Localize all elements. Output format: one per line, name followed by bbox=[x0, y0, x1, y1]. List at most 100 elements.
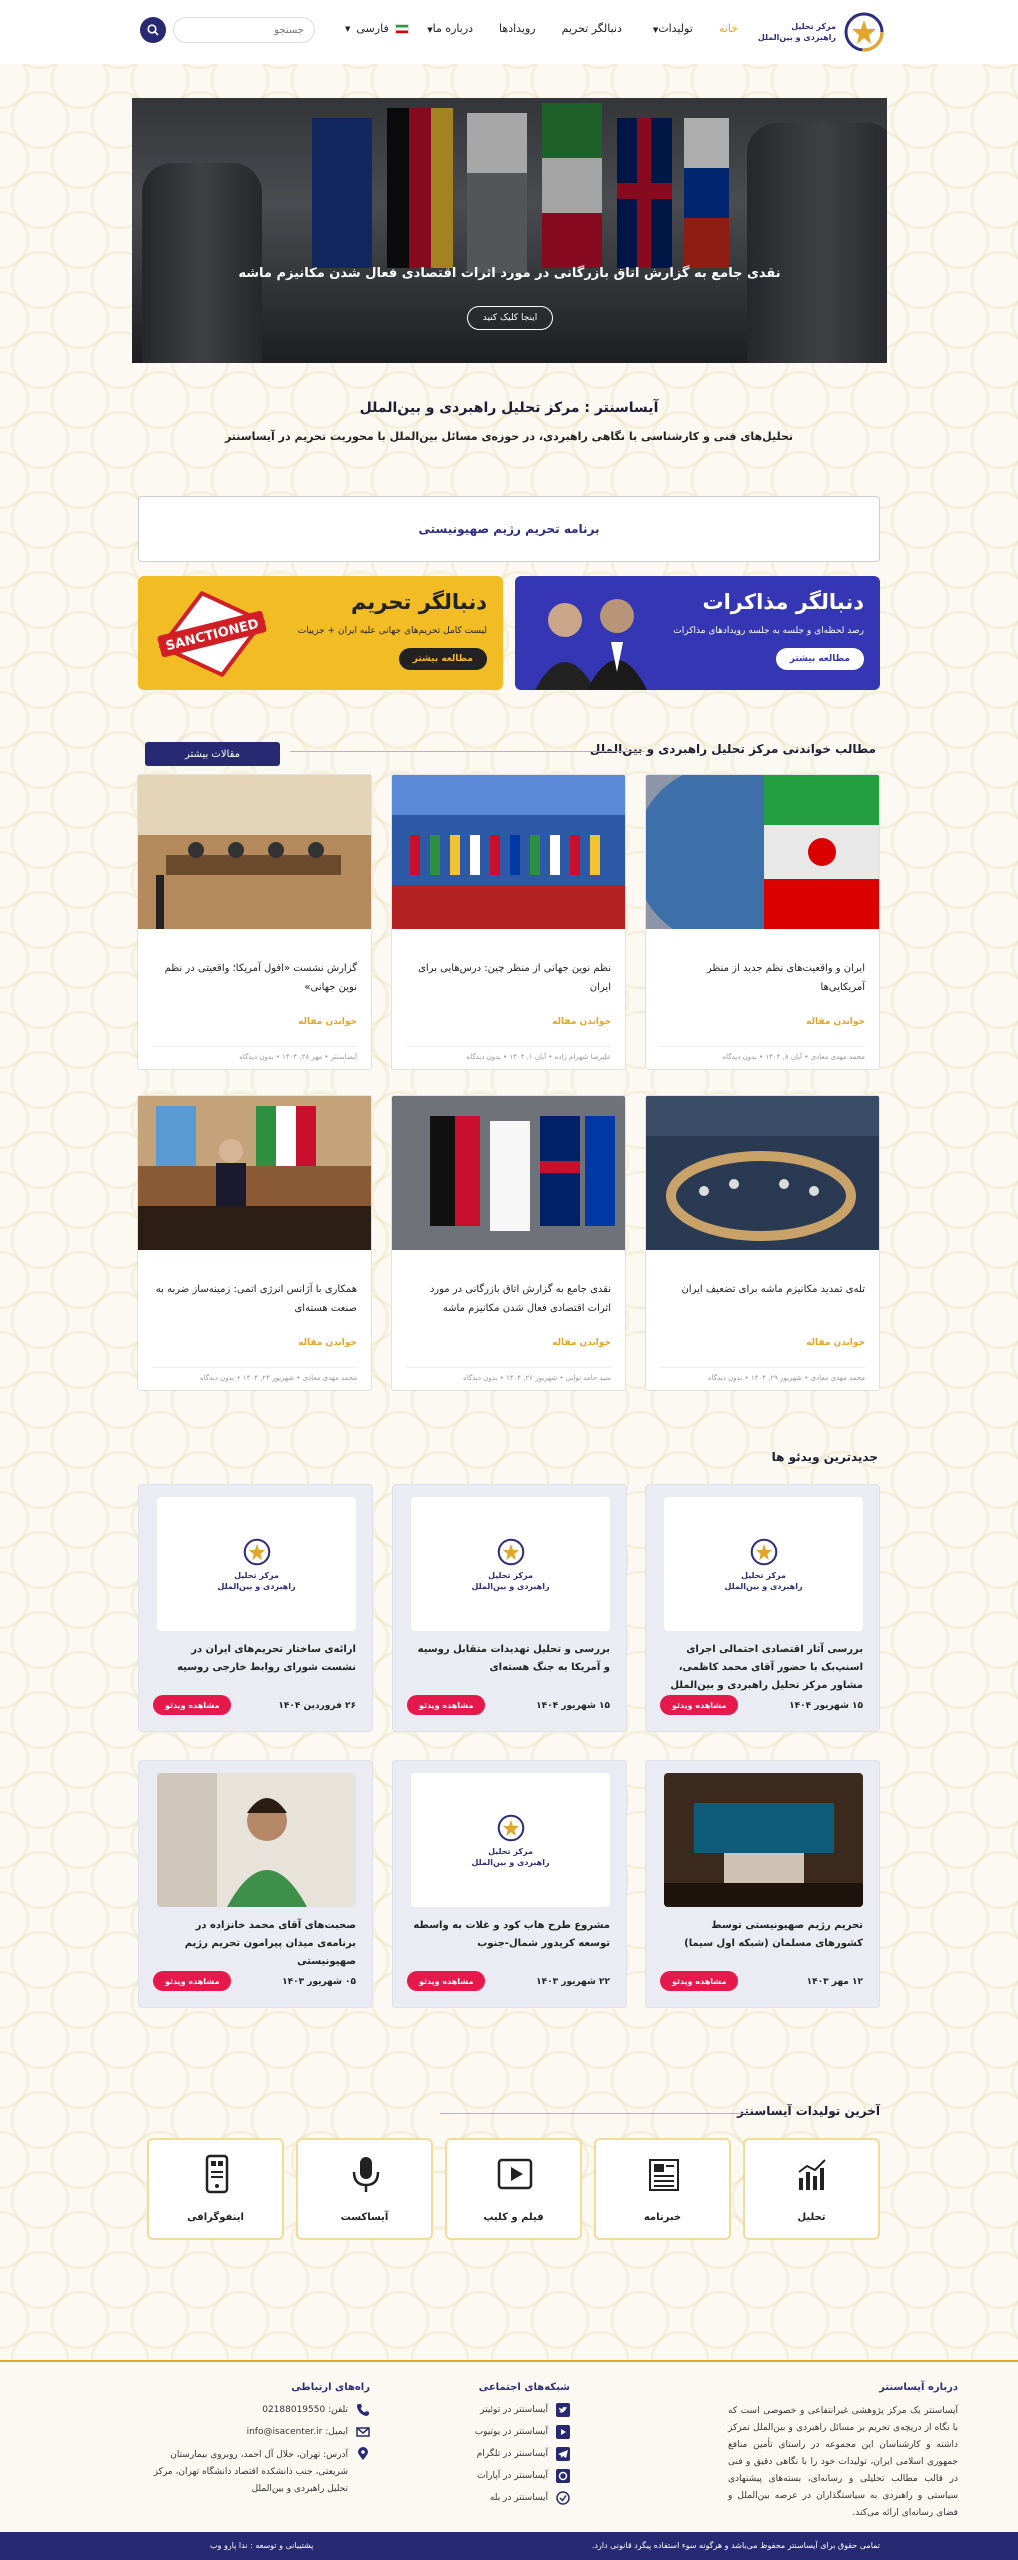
center-logo: مرکز تحلیل راهبردی و بین‌الملل bbox=[724, 1537, 803, 1592]
article-title[interactable]: نظم نوین جهانی از منظر چین: درس‌هایی برا… bbox=[406, 959, 611, 997]
sanction-program-link[interactable]: برنامه تحریم رژیم صهیونیستی bbox=[138, 496, 880, 562]
article-meta: محمد مهدی معادی • شهریور ۲۹, ۱۴۰۴ • بدون… bbox=[660, 1367, 865, 1382]
nav-item-products[interactable]: تولیدات▼ bbox=[648, 22, 693, 35]
article-card[interactable]: تله‌ی تمدید مکانیزم ماشه برای تضعیف ایرا… bbox=[645, 1095, 880, 1391]
article-image bbox=[392, 775, 625, 929]
main-nav: خانه تولیدات▼ دنبالگر تحریم رویدادها درب… bbox=[422, 22, 738, 35]
social-link-telegram[interactable]: آیساسنتر در تلگرام bbox=[400, 2447, 570, 2461]
section-divider bbox=[440, 2113, 750, 2114]
video-title[interactable]: صحبت‌های آقای محمد خانزاده در برنامه‌ی م… bbox=[155, 1917, 356, 1971]
video-title[interactable]: بررسی و تحلیل تهدیدات متقابل روسیه و آمر… bbox=[409, 1641, 610, 1677]
youtube-icon bbox=[556, 2425, 570, 2439]
article-card[interactable]: ایران و واقعیت‌های نظم جدید از منظر آمری… bbox=[645, 774, 880, 1070]
product-video[interactable]: فیلم و کلیپ bbox=[445, 2138, 582, 2240]
video-card[interactable]: مرکز تحلیل راهبردی و بین‌الملل مشروع طرح … bbox=[392, 1760, 627, 2008]
nav-item-about[interactable]: درباره ما▼ bbox=[422, 22, 473, 35]
read-article-link[interactable]: خواندن مقاله bbox=[806, 1338, 865, 1348]
copyright-text: تمامی حقوق برای آیساسنتر محفوظ می‌باشد و… bbox=[591, 2541, 880, 2550]
article-meta: علیرضا شهرام زاده • آبان ۱, ۱۴۰۴ • بدون … bbox=[406, 1046, 611, 1061]
read-article-link[interactable]: خواندن مقاله bbox=[298, 1017, 357, 1027]
search-input[interactable] bbox=[173, 17, 315, 43]
product-analysis[interactable]: تحلیل bbox=[743, 2138, 880, 2240]
negotiations-read-more-button[interactable]: مطالعه بیشتر bbox=[775, 648, 864, 670]
article-card[interactable]: نظم نوین جهانی از منظر چین: درس‌هایی برا… bbox=[391, 774, 626, 1070]
article-meta: محمد مهدی معادی • شهریور ۲۴, ۱۴۰۴ • بدون… bbox=[152, 1367, 357, 1382]
video-thumbnail: مرکز تحلیل راهبردی و بین‌الملل bbox=[411, 1497, 610, 1631]
nav-item-events[interactable]: رویدادها bbox=[499, 22, 536, 35]
video-title[interactable]: مشروع طرح هاب کود و غلات به واسطه توسعه … bbox=[409, 1917, 610, 1953]
copyright-bar: تمامی حقوق برای آیساسنتر محفوظ می‌باشد و… bbox=[0, 2532, 1018, 2560]
watch-video-button[interactable]: مشاهده ویدئو bbox=[660, 1695, 739, 1715]
article-card[interactable]: نقدی جامع به گزارش اتاق بازرگانی در مورد… bbox=[391, 1095, 626, 1391]
watch-video-button[interactable]: مشاهده ویدئو bbox=[407, 1695, 486, 1715]
read-article-link[interactable]: خواندن مقاله bbox=[806, 1017, 865, 1027]
video-thumbnail: مرکز تحلیل راهبردی و بین‌الملل bbox=[411, 1773, 610, 1907]
watch-video-button[interactable]: مشاهده ویدئو bbox=[153, 1971, 232, 1991]
contact-email[interactable]: ایمیل: info@isacenter.ir bbox=[150, 2425, 370, 2439]
contact-phone[interactable]: تلفن: 02188019550 bbox=[150, 2403, 370, 2417]
video-card[interactable]: تحریم رژیم صهیونیستی توسط کشورهای مسلمان… bbox=[645, 1760, 880, 2008]
social-link-youtube[interactable]: آیساسنتر در یوتیوب bbox=[400, 2425, 570, 2439]
search-button[interactable] bbox=[140, 17, 166, 43]
negotiations-tracker-banner[interactable]: دنبالگر مذاکرات رصد لحظه‌ای و جلسه به جل… bbox=[515, 576, 880, 690]
watch-video-button[interactable]: مشاهده ویدئو bbox=[660, 1971, 739, 1991]
video-card[interactable]: مرکز تحلیل راهبردی و بین‌الملل بررسی آثار… bbox=[645, 1484, 880, 1732]
video-card[interactable]: مرکز تحلیل راهبردی و بین‌الملل بررسی و تح… bbox=[392, 1484, 627, 1732]
article-card[interactable]: گزارش نشست «افول آمریکا؛ واقعیتی در نظم … bbox=[137, 774, 372, 1070]
video-thumbnail: مرکز تحلیل راهبردی و بین‌الملل bbox=[664, 1497, 863, 1631]
negotiations-title: دنبالگر مذاکرات bbox=[702, 590, 865, 614]
read-article-link[interactable]: خواندن مقاله bbox=[298, 1338, 357, 1348]
video-title[interactable]: ارائه‌ی ساختار تحریم‌های ایران در نشست ش… bbox=[155, 1641, 356, 1677]
video-thumbnail bbox=[157, 1773, 356, 1907]
telegram-icon bbox=[556, 2447, 570, 2461]
site-logo[interactable]: مرکز تحلیل راهبردی و بین‌الملل bbox=[756, 8, 886, 56]
center-logo: مرکز تحلیل راهبردی و بین‌الملل bbox=[217, 1537, 296, 1592]
watch-video-button[interactable]: مشاهده ویدئو bbox=[407, 1971, 486, 1991]
video-card[interactable]: مرکز تحلیل راهبردی و بین‌الملل ارائه‌ی سا… bbox=[138, 1484, 373, 1732]
article-title[interactable]: همکاری با آژانس انرژی اتمی: زمینه‌ساز ضر… bbox=[152, 1280, 357, 1318]
site-footer: درباره آیساسنتر آیساسنتر یک مرکز پژوهشی … bbox=[0, 2360, 1018, 2532]
video-thumbnail: مرکز تحلیل راهبردی و بین‌الملل bbox=[157, 1497, 356, 1631]
social-link-twitter[interactable]: آیساسنتر در توئیتر bbox=[400, 2403, 570, 2417]
article-card[interactable]: همکاری با آژانس انرژی اتمی: زمینه‌ساز ضر… bbox=[137, 1095, 372, 1391]
product-label: اینفوگرافی bbox=[187, 2212, 244, 2223]
article-image bbox=[646, 775, 879, 929]
footer-contact: راه‌های ارتباطی تلفن: 02188019550 ایمیل:… bbox=[150, 2382, 370, 2506]
intro-subtitle: تحلیل‌های فنی و کارشناسی با نگاهی راهبرد… bbox=[224, 430, 794, 443]
twitter-icon bbox=[556, 2403, 570, 2417]
intro-title: آیساسنتر : مرکز تحلیل راهبردی و بین‌المل… bbox=[359, 400, 659, 416]
logo-mark-icon bbox=[844, 12, 884, 52]
nav-item-home[interactable]: خانه bbox=[719, 22, 738, 35]
social-link-bale[interactable]: آیساسنتر در بله bbox=[400, 2491, 570, 2505]
article-title[interactable]: گزارش نشست «افول آمریکا؛ واقعیتی در نظم … bbox=[152, 959, 357, 997]
language-selector[interactable]: فارسی ▼ bbox=[340, 22, 409, 35]
article-title[interactable]: تله‌ی تمدید مکانیزم ماشه برای تضعیف ایرا… bbox=[660, 1280, 865, 1299]
chevron-down-icon: ▼ bbox=[345, 24, 351, 33]
developer-link[interactable]: ندا پارو وب bbox=[210, 2541, 248, 2550]
sanctions-tracker-banner[interactable]: دنبالگر تحریم لیست کامل تحریم‌های جهانی … bbox=[138, 576, 503, 690]
logo-mark-icon bbox=[497, 1538, 524, 1565]
video-title[interactable]: بررسی آثار اقتصادی احتمالی اجرای اسنپ‌بک… bbox=[662, 1641, 863, 1695]
read-article-link[interactable]: خواندن مقاله bbox=[552, 1338, 611, 1348]
product-newsletter[interactable]: خبرنامه bbox=[594, 2138, 731, 2240]
article-meta: آیساسنتر • مهر ۲۸, ۱۴۰۴ • بدون دیدگاه bbox=[152, 1046, 357, 1061]
logo-mark-icon bbox=[243, 1538, 270, 1565]
hero-slider[interactable]: نقدی جامع به گزارش اتاق بازرگانی در مورد… bbox=[132, 98, 887, 363]
video-title[interactable]: تحریم رژیم صهیونیستی توسط کشورهای مسلمان… bbox=[662, 1917, 863, 1953]
center-logo: مرکز تحلیل راهبردی و بین‌الملل bbox=[471, 1537, 550, 1592]
site-header: مرکز تحلیل راهبردی و بین‌الملل خانه تولی… bbox=[0, 0, 1018, 64]
video-card[interactable]: صحبت‌های آقای محمد خانزاده در برنامه‌ی م… bbox=[138, 1760, 373, 2008]
more-articles-button[interactable]: مقالات بیشتر bbox=[145, 742, 280, 766]
read-article-link[interactable]: خواندن مقاله bbox=[552, 1017, 611, 1027]
center-logo: مرکز تحلیل راهبردی و بین‌الملل bbox=[471, 1813, 550, 1868]
product-podcast[interactable]: آیساکست bbox=[296, 2138, 433, 2240]
article-title[interactable]: ایران و واقعیت‌های نظم جدید از منظر آمری… bbox=[660, 959, 865, 997]
watch-video-button[interactable]: مشاهده ویدئو bbox=[153, 1695, 232, 1715]
hero-cta-button[interactable]: اینجا کلیک کنید bbox=[467, 306, 553, 330]
sanctions-read-more-button[interactable]: مطالعه بیشتر bbox=[398, 648, 487, 670]
product-infographic[interactable]: اینفوگرافی bbox=[147, 2138, 284, 2240]
nav-item-sanction-tracker[interactable]: دنبالگر تحریم bbox=[562, 22, 622, 35]
phone-icon bbox=[357, 2404, 369, 2416]
article-title[interactable]: نقدی جامع به گزارش اتاق بازرگانی در مورد… bbox=[406, 1280, 611, 1318]
social-link-aparat[interactable]: آیساسنتر در آپارات bbox=[400, 2469, 570, 2483]
